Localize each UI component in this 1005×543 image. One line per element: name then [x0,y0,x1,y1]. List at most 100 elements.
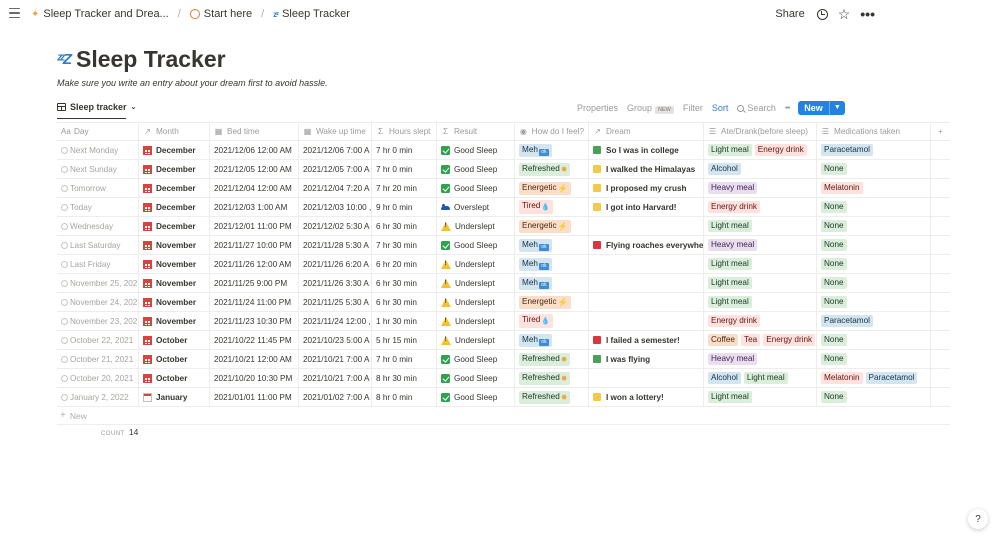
more-view-options-button[interactable]: ••• [785,105,790,112]
favorite-star-icon[interactable]: ☆ [838,7,851,21]
cell-day[interactable]: January 2, 2022 [57,388,139,406]
column-header-ate-drank[interactable]: ☰ Ate/Drank(before sleep) [704,123,817,140]
cell-dream[interactable]: I was flying [589,350,704,368]
breadcrumb-item-start-here[interactable]: Start here [187,6,255,22]
cell-dream[interactable] [589,312,704,330]
cell-month[interactable]: December [139,217,210,235]
cell-dream[interactable] [589,217,704,235]
cell-hours-slept[interactable]: 6 hr 30 min [372,293,437,311]
cell-wake-up-time[interactable]: 2021/12/04 7:20 A [299,179,372,197]
column-header-dream[interactable]: ↗ Dream [589,123,704,140]
cell-day[interactable]: November 24, 2021 [57,293,139,311]
cell-medications[interactable]: None [817,160,931,178]
cell-hours-slept[interactable]: 5 hr 15 min [372,331,437,349]
cell-wake-up-time[interactable]: 2021/10/21 7:00 A [299,350,372,368]
cell-ate-drank[interactable]: Heavy meal [704,179,817,197]
cell-wake-up-time[interactable]: 2021/11/26 6:20 A [299,255,372,273]
cell-ate-drank[interactable]: Alcohol [704,160,817,178]
cell-day[interactable]: Next Sunday [57,160,139,178]
table-row[interactable]: Last Friday November 2021/11/26 12:00 AM 20… [57,255,950,274]
dream-link[interactable]: So I was in college [606,146,679,155]
cell-how-do-i-feel[interactable]: Meh ok [515,331,589,349]
cell-month[interactable]: November [139,236,210,254]
cell-result[interactable]: Good Sleep [437,350,515,368]
table-row[interactable]: Next Sunday December 2021/12/05 12:00 AM 20… [57,160,950,179]
cell-day[interactable]: Wednesday [57,217,139,235]
cell-hours-slept[interactable]: 1 hr 30 min [372,312,437,330]
cell-how-do-i-feel[interactable]: Meh ok [515,255,589,273]
cell-hours-slept[interactable]: 6 hr 20 min [372,255,437,273]
cell-day[interactable]: November 23, 2021 [57,312,139,330]
table-row[interactable]: Next Monday December 2021/12/06 12:00 AM 20… [57,141,950,160]
cell-day[interactable]: October 20, 2021 [57,369,139,387]
cell-day[interactable]: Next Monday [57,141,139,159]
dream-link[interactable]: Flying roaches everywhere [606,241,703,250]
cell-wake-up-time[interactable]: 2021/11/25 5:30 A [299,293,372,311]
cell-how-do-i-feel[interactable]: Refreshed✸ [515,160,589,178]
cell-how-do-i-feel[interactable]: Energetic⚡ [515,179,589,197]
cell-result[interactable]: Underslept [437,331,515,349]
cell-hours-slept[interactable]: 7 hr 0 min [372,350,437,368]
cell-day[interactable]: Last Friday [57,255,139,273]
cell-wake-up-time[interactable]: 2021/01/02 7:00 A [299,388,372,406]
search-button[interactable]: Search [737,103,776,113]
table-row[interactable]: October 21, 2021 October 2021/10/21 12:00 … [57,350,950,369]
cell-month[interactable]: November [139,312,210,330]
cell-hours-slept[interactable]: 7 hr 0 min [372,141,437,159]
cell-day[interactable]: November 25, 2021 [57,274,139,292]
cell-medications[interactable]: Paracetamol [817,141,931,159]
cell-wake-up-time[interactable]: 2021/10/21 7:00 A [299,369,372,387]
cell-dream[interactable]: I walked the Himalayas [589,160,704,178]
cell-wake-up-time[interactable]: 2021/10/23 5:00 A [299,331,372,349]
cell-dream[interactable]: So I was in college [589,141,704,159]
table-row[interactable]: November 23, 2021 November 2021/11/23 10:3… [57,312,950,331]
cell-dream[interactable]: I won a lottery! [589,388,704,406]
cell-how-do-i-feel[interactable]: Tired💧 [515,198,589,216]
help-button[interactable]: ? [968,509,988,529]
cell-result[interactable]: Underslept [437,312,515,330]
cell-ate-drank[interactable]: Heavy meal [704,236,817,254]
cell-hours-slept[interactable]: 6 hr 30 min [372,274,437,292]
cell-day[interactable]: October 22, 2021 [57,331,139,349]
cell-bed-time[interactable]: 2021/12/05 12:00 AM [210,160,299,178]
cell-medications[interactable]: None [817,255,931,273]
cell-bed-time[interactable]: 2021/12/01 11:00 PM [210,217,299,235]
new-entry-button[interactable]: New ▼ [798,101,845,115]
cell-bed-time[interactable]: 2021/11/24 11:00 PM [210,293,299,311]
cell-ate-drank[interactable]: Heavy meal [704,350,817,368]
share-button[interactable]: Share [775,8,804,20]
cell-dream[interactable] [589,255,704,273]
cell-medications[interactable]: None [817,293,931,311]
cell-month[interactable]: December [139,179,210,197]
cell-ate-drank[interactable]: Light meal [704,293,817,311]
cell-result[interactable]: Underslept [437,255,515,273]
cell-wake-up-time[interactable]: 2021/11/24 12:00 , [299,312,372,330]
menu-icon[interactable] [9,8,20,18]
cell-bed-time[interactable]: 2021/10/20 10:30 PM [210,369,299,387]
cell-wake-up-time[interactable]: 2021/12/06 7:00 A [299,141,372,159]
cell-wake-up-time[interactable]: 2021/11/26 3:30 A [299,274,372,292]
filter-button[interactable]: Filter [683,103,703,113]
cell-result[interactable]: Good Sleep [437,236,515,254]
cell-month[interactable]: October [139,331,210,349]
cell-month[interactable]: November [139,293,210,311]
cell-medications[interactable]: None [817,217,931,235]
cell-how-do-i-feel[interactable]: Meh ok [515,141,589,159]
cell-how-do-i-feel[interactable]: Energetic⚡ [515,217,589,235]
cell-ate-drank[interactable]: Alcohol Light meal [704,369,817,387]
cell-month[interactable]: December [139,198,210,216]
cell-how-do-i-feel[interactable]: Refreshed✸ [515,369,589,387]
cell-medications[interactable]: None [817,350,931,368]
table-row[interactable]: Tomorrow December 2021/12/04 12:00 AM 2021/… [57,179,950,198]
cell-month[interactable]: October [139,369,210,387]
table-row[interactable]: Wednesday December 2021/12/01 11:00 PM 2021… [57,217,950,236]
cell-medications[interactable]: None [817,198,931,216]
cell-ate-drank[interactable]: Energy drink [704,312,817,330]
cell-day[interactable]: October 21, 2021 [57,350,139,368]
table-row[interactable]: Today December 2021/12/03 1:00 AM 2021/12/0… [57,198,950,217]
cell-medications[interactable]: Melatonin [817,179,931,197]
cell-hours-slept[interactable]: 6 hr 30 min [372,217,437,235]
breadcrumb-item-root[interactable]: ✦ Sleep Tracker and Drea... [28,6,172,22]
cell-day[interactable]: Today [57,198,139,216]
cell-dream[interactable]: I failed a semester! [589,331,704,349]
